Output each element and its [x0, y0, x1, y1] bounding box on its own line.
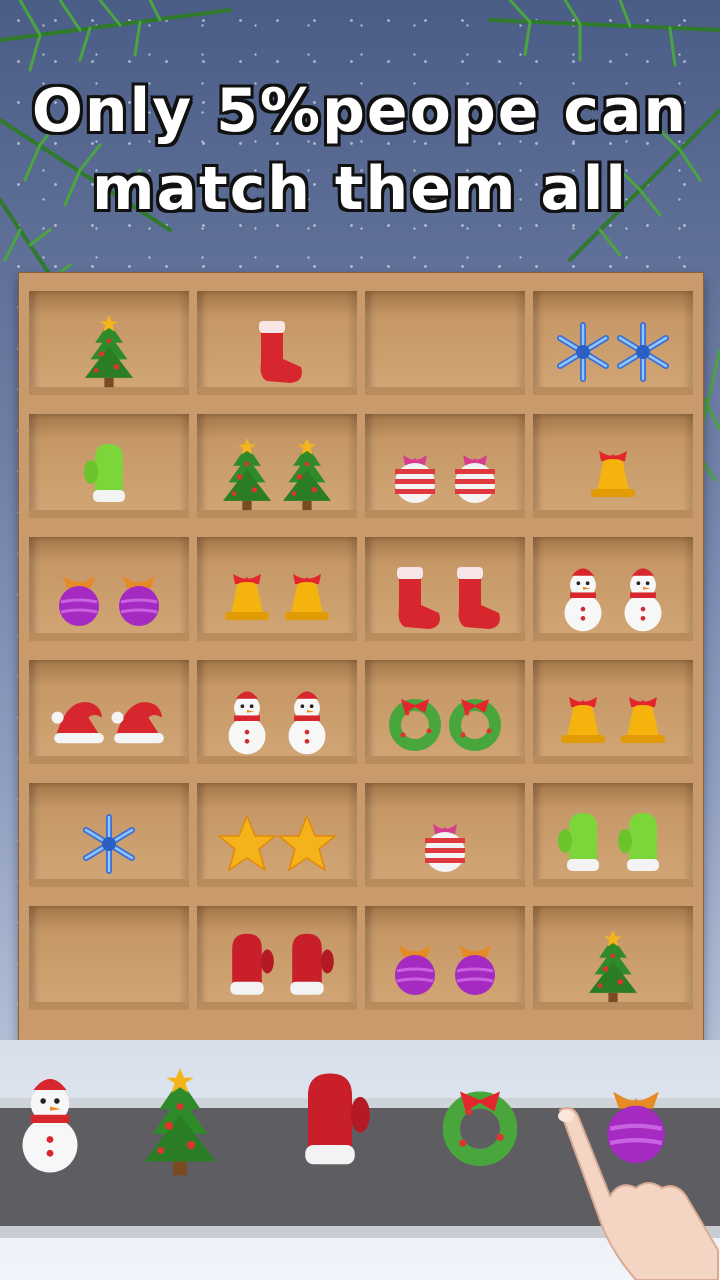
wreath-icon[interactable] [445, 684, 505, 758]
snowman-icon[interactable] [613, 561, 673, 635]
ornament-striped-icon[interactable] [415, 807, 475, 881]
star-icon[interactable] [217, 807, 277, 881]
shelf-cell [197, 537, 357, 641]
santa-hat-icon[interactable] [49, 684, 109, 758]
tree-icon[interactable] [137, 1068, 223, 1178]
bell-icon[interactable] [583, 438, 643, 512]
shelf-cell [29, 537, 189, 641]
wreath-icon[interactable] [385, 684, 445, 758]
mitten-green-icon[interactable] [79, 438, 139, 512]
tree-icon[interactable] [217, 438, 277, 512]
toy-shelf [18, 272, 704, 1056]
ornament-purple-icon[interactable] [385, 930, 445, 1004]
shelf-cell [365, 660, 525, 764]
bell-icon[interactable] [277, 561, 337, 635]
headline-line-1: Only 5%peope can [31, 76, 689, 146]
ornament-purple-icon[interactable] [49, 561, 109, 635]
star-icon[interactable] [277, 807, 337, 881]
snowman-icon[interactable] [217, 684, 277, 758]
shelf-cell [365, 537, 525, 641]
mitten-green-icon[interactable] [553, 807, 613, 881]
shelf-cell [533, 783, 693, 887]
bell-icon[interactable] [217, 561, 277, 635]
ornament-striped-icon[interactable] [445, 438, 505, 512]
shelf-cell [197, 291, 357, 395]
mitten-red-icon[interactable] [287, 1068, 373, 1178]
shelf-cell [365, 414, 525, 518]
shelf-cell [29, 660, 189, 764]
snowflake-icon[interactable] [553, 315, 613, 389]
shelf-cell [365, 291, 525, 395]
shelf-cell [197, 660, 357, 764]
mitten-green-icon[interactable] [613, 807, 673, 881]
shelf-cell [533, 660, 693, 764]
shelf-cell [365, 783, 525, 887]
ornament-purple-icon[interactable] [445, 930, 505, 1004]
wreath-icon[interactable] [437, 1068, 523, 1178]
tree-icon[interactable] [277, 438, 337, 512]
mitten-red-icon[interactable] [217, 930, 277, 1004]
shelf-cell [533, 537, 693, 641]
headline: Only 5%peope can match them all [0, 72, 720, 228]
tree-icon[interactable] [583, 930, 643, 1004]
stocking-icon[interactable] [445, 561, 505, 635]
ornament-striped-icon[interactable] [385, 438, 445, 512]
shelf-cell [365, 906, 525, 1010]
snowflake-icon[interactable] [613, 315, 673, 389]
shelf-cell [29, 906, 189, 1010]
shelf-cell [29, 291, 189, 395]
headline-line-2: match them all [92, 154, 628, 224]
bell-icon[interactable] [613, 684, 673, 758]
mitten-red-icon[interactable] [277, 930, 337, 1004]
shelf-cell [197, 414, 357, 518]
ornament-purple-icon[interactable] [109, 561, 169, 635]
shelf-cell [29, 783, 189, 887]
shelf-cell [533, 291, 693, 395]
santa-hat-icon[interactable] [109, 684, 169, 758]
stocking-icon[interactable] [385, 561, 445, 635]
snowman-icon[interactable] [553, 561, 613, 635]
snowman-icon[interactable] [7, 1068, 93, 1178]
bell-icon[interactable] [553, 684, 613, 758]
stocking-icon[interactable] [247, 315, 307, 389]
shelf-cell [29, 414, 189, 518]
pointing-hand-icon [558, 1107, 719, 1280]
tree-icon[interactable] [79, 315, 139, 389]
shelf-cell [533, 906, 693, 1010]
shelf-cell [533, 414, 693, 518]
snowflake-icon[interactable] [79, 807, 139, 881]
snowman-icon[interactable] [277, 684, 337, 758]
shelf-cell [197, 783, 357, 887]
shelf-cell [197, 906, 357, 1010]
